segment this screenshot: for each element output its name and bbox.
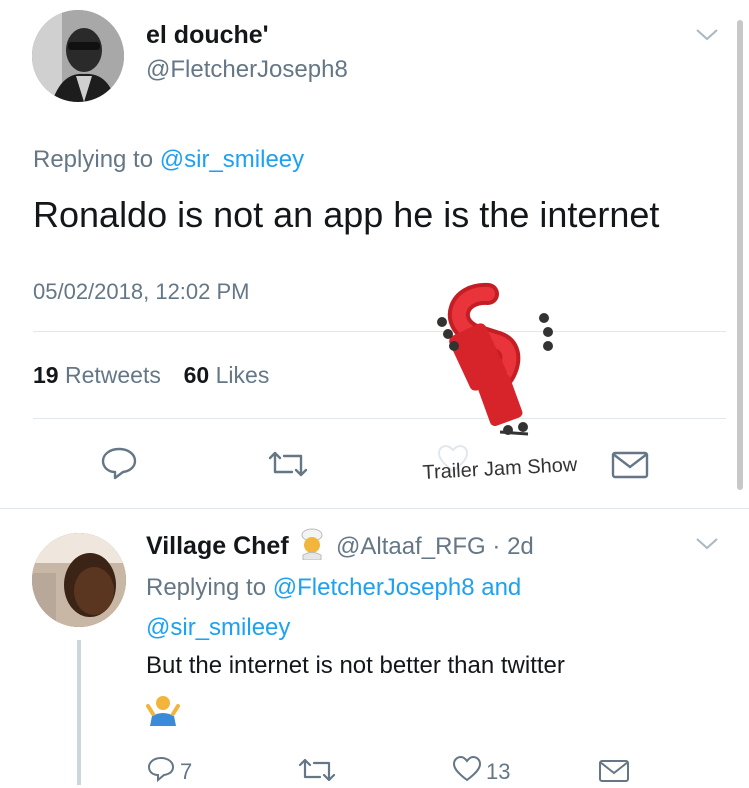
scrollbar[interactable] (737, 20, 743, 490)
avatar-photo-icon (32, 533, 126, 627)
reply-replying-to: Replying to @FletcherJoseph8 and @sir_sm… (146, 568, 706, 648)
like-icon[interactable] (452, 755, 482, 787)
chevron-down-icon[interactable] (695, 536, 719, 557)
like-count: 13 (486, 758, 511, 784)
retweet-icon[interactable] (297, 758, 337, 787)
replying-to-link[interactable]: @sir_smileey (160, 146, 304, 173)
retweets-label[interactable]: Retweets (65, 362, 161, 388)
replying-to-label: Replying to (146, 574, 267, 601)
tweet-timestamp[interactable]: 05/02/2018, 12:02 PM (33, 279, 250, 305)
reply-count: 7 (180, 758, 193, 784)
likes-label[interactable]: Likes (216, 362, 270, 388)
reply-action-reply[interactable]: 7 (146, 756, 192, 787)
replying-to-link-2[interactable]: @sir_smileey (146, 614, 290, 641)
reply-separator: · (492, 533, 501, 560)
share-icon[interactable] (611, 451, 649, 479)
retweet-icon[interactable] (266, 450, 310, 478)
thread-line (77, 640, 81, 785)
replying-to-link-1[interactable]: @FletcherJoseph8 (273, 574, 475, 601)
avatar-el-douche[interactable] (32, 10, 124, 102)
truck-logo-icon (437, 283, 553, 436)
reply-action-like[interactable]: 13 (452, 755, 511, 787)
reply-handle[interactable]: @Altaaf_RFG (336, 533, 486, 560)
chevron-down-icon[interactable] (695, 27, 719, 48)
user-handle[interactable]: @FletcherJoseph8 (146, 56, 348, 84)
likes-count[interactable]: 60 (184, 362, 210, 388)
avatar-village-chef[interactable] (32, 533, 126, 627)
retweets-count[interactable]: 19 (33, 362, 59, 388)
divider-bottom-stats (33, 418, 726, 419)
tweet-text: Ronaldo is not an app he is the internet (33, 194, 660, 235)
reply-header: Village Chef @Altaaf_RFG · 2d (146, 528, 534, 567)
replying-to-line: Replying to @sir_smileey (33, 146, 304, 174)
share-icon[interactable] (598, 759, 630, 788)
reply-display-name[interactable]: Village Chef (146, 532, 289, 560)
trailer-jam-logo (428, 282, 568, 452)
engagement-stats: 19 Retweets 60 Likes (33, 362, 269, 389)
replying-to-and: and (481, 574, 522, 601)
tweet-separator (0, 508, 749, 509)
divider-top-stats (33, 331, 726, 332)
replying-to-label: Replying to (33, 146, 154, 173)
reply-icon[interactable] (99, 446, 139, 480)
avatar-photo-icon (32, 10, 124, 102)
reply-text: But the internet is not better than twit… (146, 652, 565, 679)
shrug-emoji-icon (146, 692, 180, 731)
reply-age[interactable]: 2d (507, 533, 534, 560)
display-name[interactable]: el douche' (146, 21, 269, 50)
chef-emoji-icon (297, 528, 327, 567)
reply-icon[interactable] (146, 756, 176, 787)
